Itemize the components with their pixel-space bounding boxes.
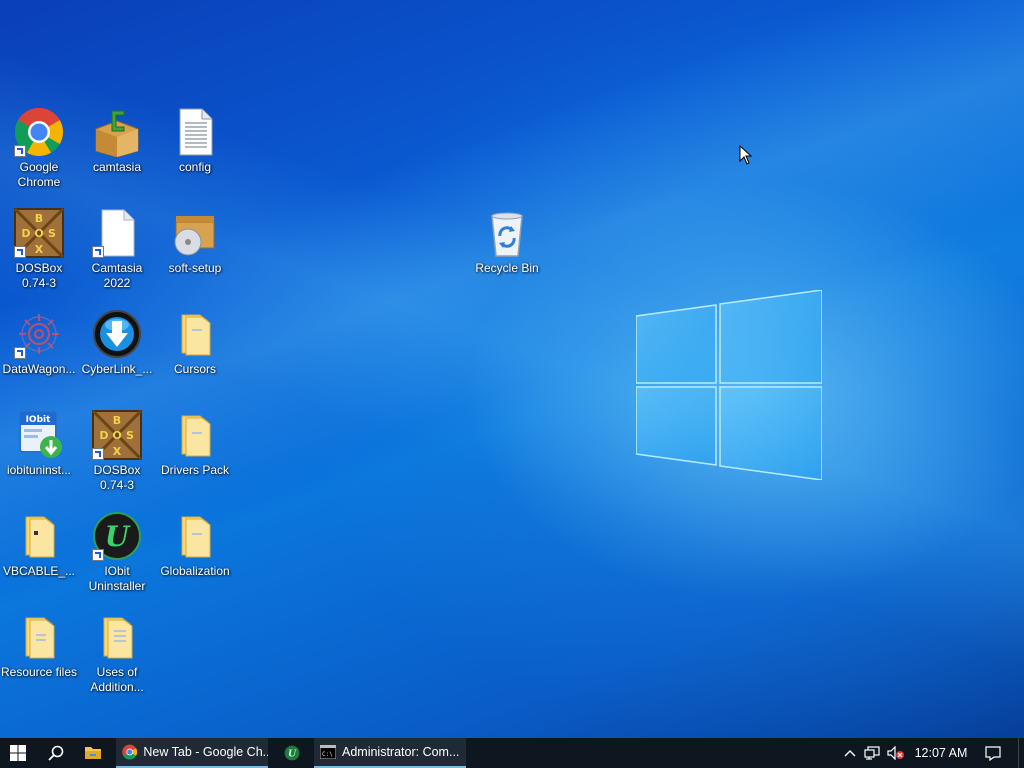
svg-text:S: S: [126, 429, 134, 442]
clock[interactable]: 12:07 AM: [910, 738, 972, 768]
desktop-icon-label: Google Chrome: [17, 160, 61, 189]
download-orb-icon: [93, 310, 141, 358]
start-button[interactable]: [0, 738, 36, 768]
network-button[interactable]: [860, 746, 884, 760]
show-hidden-icons-button[interactable]: [840, 749, 860, 757]
svg-text:B: B: [113, 414, 121, 427]
svg-text:D: D: [21, 227, 30, 240]
svg-text:C:\: C:\: [322, 751, 333, 758]
search-icon: [48, 745, 64, 761]
show-desktop-button[interactable]: [1018, 738, 1024, 768]
desktop-icon-label: Cursors: [173, 362, 216, 376]
taskbar-app-chrome[interactable]: New Tab - Google Ch...: [116, 738, 268, 768]
setup-disc-icon: [174, 216, 215, 256]
svg-text:X: X: [113, 445, 122, 458]
desktop-icon-label: iobituninst...: [6, 463, 72, 477]
desktop-icon-globalization[interactable]: Globalization: [156, 511, 234, 579]
taskbar-app-iobit[interactable]: U: [276, 738, 308, 768]
desktop-icon-soft-setup[interactable]: soft-setup: [156, 208, 234, 276]
desktop-icon-label: Uses of Addition...: [90, 665, 144, 694]
iobit-uninstaller-icon: U: [284, 745, 300, 761]
volume-muted-icon: [887, 746, 904, 760]
desktop-icon-label: DOSBox 0.74-3: [93, 463, 141, 492]
folder-icon: [103, 617, 133, 659]
taskbar-app-label: New Tab - Google Ch...: [143, 745, 268, 759]
desktop-icon-cursors[interactable]: Cursors: [156, 309, 234, 377]
shortcut-arrow-icon: [14, 246, 26, 258]
file-explorer-button[interactable]: [76, 738, 110, 768]
taskbar-app-cmd[interactable]: C:\ Administrator: Com...: [314, 738, 466, 768]
desktop-icon-label: camtasia: [92, 160, 142, 174]
text-file-icon: [179, 108, 213, 156]
desktop-icon-uses-of-addition[interactable]: Uses of Addition...: [78, 612, 156, 695]
desktop-icon-iobituninst[interactable]: IObit iobituninst...: [0, 410, 78, 478]
taskbar-app-label: Administrator: Com...: [342, 745, 460, 759]
desktop-icon-dosbox-2[interactable]: B D O S X DOSBox 0.74-3: [78, 410, 156, 493]
folder-icon: [181, 314, 211, 356]
search-button[interactable]: [38, 738, 74, 768]
folder-icon: [181, 516, 211, 558]
desktop-icon-camtasia[interactable]: camtasia: [78, 107, 156, 175]
shortcut-arrow-icon: [92, 246, 104, 258]
desktop-icon-recycle-bin[interactable]: Recycle Bin: [468, 208, 546, 276]
desktop-icon-label: DOSBox 0.74-3: [15, 261, 63, 290]
desktop-icon-label: DataWagon...: [2, 362, 76, 376]
desktop-icon-resource-files[interactable]: Resource files: [0, 612, 78, 680]
desktop-icon-dosbox[interactable]: B D O S X DOSBox 0.74-3: [0, 208, 78, 291]
svg-text:U: U: [288, 749, 297, 760]
desktop-icon-label: CyberLink_...: [81, 362, 153, 376]
desktop-icon-iobit-uninstaller[interactable]: U IObit Uninstaller: [78, 511, 156, 594]
windows-start-icon: [10, 745, 26, 761]
folder-icon: [181, 415, 211, 457]
shortcut-arrow-icon: [92, 448, 104, 460]
desktop-icon-label: soft-setup: [168, 261, 222, 275]
svg-text:B: B: [35, 212, 43, 225]
desktop-icon-label: config: [178, 160, 212, 174]
shortcut-arrow-icon: [14, 145, 26, 157]
svg-text:O: O: [112, 429, 121, 442]
folder-icon: [25, 516, 55, 558]
desktop[interactable]: Google Chrome B D O S X DOSBox 0.74-3 Da…: [0, 0, 1024, 738]
chevron-up-icon: [844, 750, 856, 757]
taskbar: New Tab - Google Ch... U C:\ Administrat…: [0, 738, 1024, 768]
desktop-icon-datawagon[interactable]: DataWagon...: [0, 309, 78, 377]
desktop-icon-camtasia-2022[interactable]: Camtasia 2022: [78, 208, 156, 291]
desktop-icon-label: Camtasia 2022: [91, 261, 143, 290]
system-tray: [840, 738, 908, 768]
shortcut-arrow-icon: [92, 549, 104, 561]
desktop-icon-label: Resource files: [0, 665, 78, 679]
desktop-icon-label: Drivers Pack: [160, 463, 229, 477]
mouse-pointer-icon: [739, 145, 753, 165]
volume-button[interactable]: [884, 746, 908, 760]
notification-icon: [985, 746, 1001, 761]
cmd-icon: C:\: [320, 745, 336, 759]
clock-time: 12:07 AM: [914, 746, 968, 760]
desktop-icon-vbcable[interactable]: VBCABLE_...: [0, 511, 78, 579]
windows-logo-wallpaper: [636, 290, 822, 480]
svg-text:U: U: [105, 520, 131, 553]
network-icon: [864, 746, 880, 760]
desktop-icon-label: Recycle Bin: [475, 261, 539, 275]
iobit-installer-icon: IObit: [19, 411, 62, 458]
desktop-icon-label: Globalization: [160, 564, 230, 578]
recycle-bin-icon: [491, 212, 523, 257]
folder-icon: [25, 617, 55, 659]
desktop-icon-google-chrome[interactable]: Google Chrome: [0, 107, 78, 190]
desktop-icon-label: VBCABLE_...: [2, 564, 76, 578]
svg-text:IObit: IObit: [26, 415, 52, 425]
chrome-icon: [122, 744, 138, 760]
svg-text:O: O: [34, 227, 43, 240]
shortcut-arrow-icon: [14, 347, 26, 359]
svg-text:X: X: [35, 243, 44, 256]
action-center-button[interactable]: [978, 738, 1008, 768]
file-explorer-icon: [85, 747, 101, 759]
svg-text:S: S: [48, 227, 56, 240]
desktop-icon-cyberlink[interactable]: CyberLink_...: [78, 309, 156, 377]
desktop-icon-drivers-pack[interactable]: Drivers Pack: [156, 410, 234, 478]
package-icon: [95, 110, 139, 157]
desktop-icon-label: IObit Uninstaller: [88, 564, 146, 593]
svg-text:D: D: [99, 429, 108, 442]
desktop-icon-config[interactable]: config: [156, 107, 234, 175]
